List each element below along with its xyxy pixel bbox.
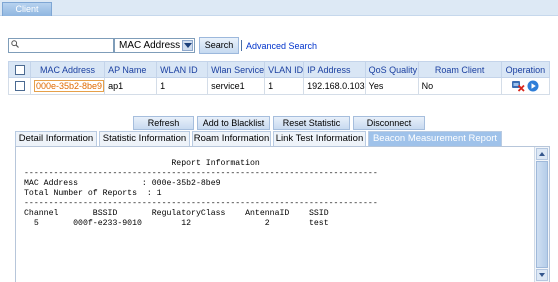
scroll-thumb[interactable] — [536, 161, 548, 268]
scroll-down-button[interactable] — [536, 269, 548, 281]
search-input[interactable] — [8, 38, 114, 53]
refresh-button[interactable]: Refresh — [133, 116, 194, 130]
col-wlan-service[interactable]: Wlan Service — [207, 61, 266, 78]
row-select-cell — [8, 77, 31, 95]
select-all-checkbox[interactable] — [14, 64, 25, 75]
tab-beacon-measurement-report[interactable]: Beacon Measurement Report — [368, 131, 502, 146]
top-tab-bar: Client — [0, 0, 558, 16]
tab-link-test-information[interactable]: Link Test Information — [273, 131, 366, 146]
mac-cell: 000e-35b2-8be9 — [29, 77, 106, 95]
table-row: 000e-35b2-8be9 ap1 1 service1 1 192.168.… — [8, 77, 551, 95]
ap-name-cell: ap1 — [104, 77, 158, 95]
client-table: MAC Address AP Name WLAN ID Wlan Service… — [8, 61, 551, 95]
table-header-row: MAC Address AP Name WLAN ID Wlan Service… — [8, 61, 551, 78]
search-field-value: MAC Address — [119, 40, 181, 51]
qos-quality-cell: Yes — [364, 77, 419, 95]
wlan-id-cell: 1 — [156, 77, 209, 95]
col-operation: Operation — [500, 61, 551, 78]
roam-client-cell: No — [417, 77, 502, 95]
operation-cell — [500, 77, 551, 95]
disconnect-button[interactable]: Disconnect — [353, 116, 425, 130]
mac-address-link[interactable]: 000e-35b2-8be9 — [34, 80, 105, 92]
col-ap-name[interactable]: AP Name — [104, 61, 158, 78]
search-button[interactable]: Search — [199, 37, 239, 54]
add-to-blacklist-button[interactable]: Add to Blacklist — [197, 116, 270, 130]
tab-statistic-information[interactable]: Statistic Information — [99, 131, 190, 146]
col-qos-quality[interactable]: QoS Quality — [364, 61, 419, 78]
play-details-icon[interactable] — [527, 80, 539, 92]
tab-client[interactable]: Client — [2, 2, 52, 16]
separator — [241, 40, 242, 51]
search-icon — [11, 40, 19, 48]
select-all-header — [8, 61, 31, 78]
row-checkbox[interactable] — [14, 81, 25, 92]
search-field-select[interactable]: MAC Address — [114, 38, 195, 53]
advanced-search-link[interactable]: Advanced Search — [246, 41, 317, 51]
col-roam-client[interactable]: Roam Client — [417, 61, 502, 78]
tab-detail-information[interactable]: Detail Information — [15, 131, 97, 146]
wlan-service-cell: service1 — [207, 77, 266, 95]
ip-address-cell: 192.168.0.103 — [303, 77, 366, 95]
scrollbar[interactable] — [534, 147, 549, 282]
chevron-down-icon[interactable] — [182, 40, 193, 51]
col-wlan-id[interactable]: WLAN ID — [156, 61, 209, 78]
report-panel: Report Information ---------------------… — [15, 146, 550, 282]
col-ip-address[interactable]: IP Address — [303, 61, 366, 78]
tab-roam-information[interactable]: Roam Information — [192, 131, 271, 146]
vlan-id-cell: 1 — [264, 77, 305, 95]
col-mac-address[interactable]: MAC Address — [29, 61, 106, 78]
col-vlan-id[interactable]: VLAN ID — [264, 61, 305, 78]
reset-statistic-button[interactable]: Reset Statistic — [273, 116, 350, 130]
report-text: Report Information ---------------------… — [24, 159, 378, 228]
scroll-up-button[interactable] — [536, 148, 548, 160]
remove-client-icon[interactable] — [511, 80, 525, 92]
